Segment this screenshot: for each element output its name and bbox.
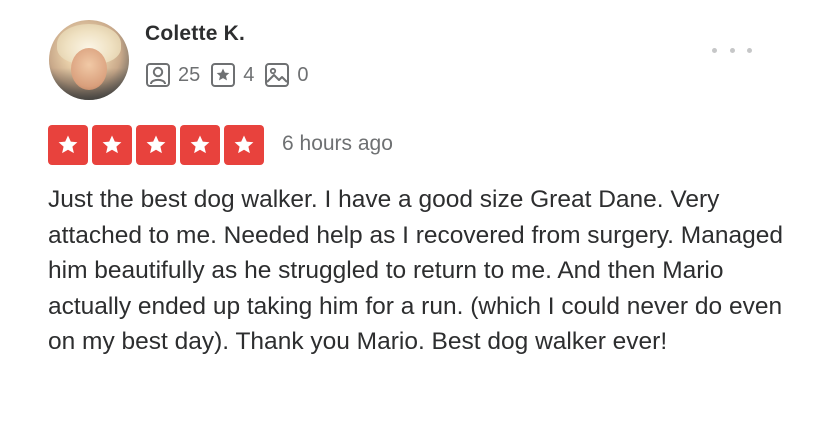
- star-icon: [48, 125, 88, 165]
- friends-count: 25: [178, 63, 201, 86]
- star-icon: [136, 125, 176, 165]
- star-glyph: [102, 135, 122, 154]
- review-text: Just the best dog walker. I have a good …: [48, 186, 783, 355]
- star-glyph: [58, 135, 78, 154]
- photos-stat: 0: [264, 62, 309, 88]
- review-timestamp: 6 hours ago: [282, 132, 393, 155]
- star-glyph: [190, 135, 210, 154]
- more-dot: [712, 47, 717, 53]
- photo-icon: [265, 63, 290, 87]
- photos-count: 0: [297, 63, 309, 86]
- star-glyph: [234, 135, 254, 154]
- star-rating: [48, 125, 264, 165]
- friends-stat: 25: [145, 62, 200, 88]
- review-card: Colette K. 25 4 0 6 hours ago Just the b…: [0, 0, 828, 436]
- star-icon: [224, 125, 264, 165]
- user-stats: 25 4 0: [145, 62, 319, 88]
- more-dot: [747, 47, 752, 53]
- more-options-icon[interactable]: [712, 40, 752, 60]
- review-star-icon: [211, 63, 236, 87]
- reviews-stat: 4: [210, 62, 254, 88]
- star-icon: [180, 125, 220, 165]
- avatar[interactable]: [49, 20, 129, 100]
- user-name-link[interactable]: Colette K.: [145, 22, 245, 46]
- friends-icon: [146, 63, 170, 87]
- more-dot: [729, 47, 735, 53]
- star-glyph: [146, 135, 166, 154]
- avatar-face: [71, 48, 107, 90]
- star-icon: [92, 125, 132, 165]
- reviews-count: 4: [243, 63, 255, 86]
